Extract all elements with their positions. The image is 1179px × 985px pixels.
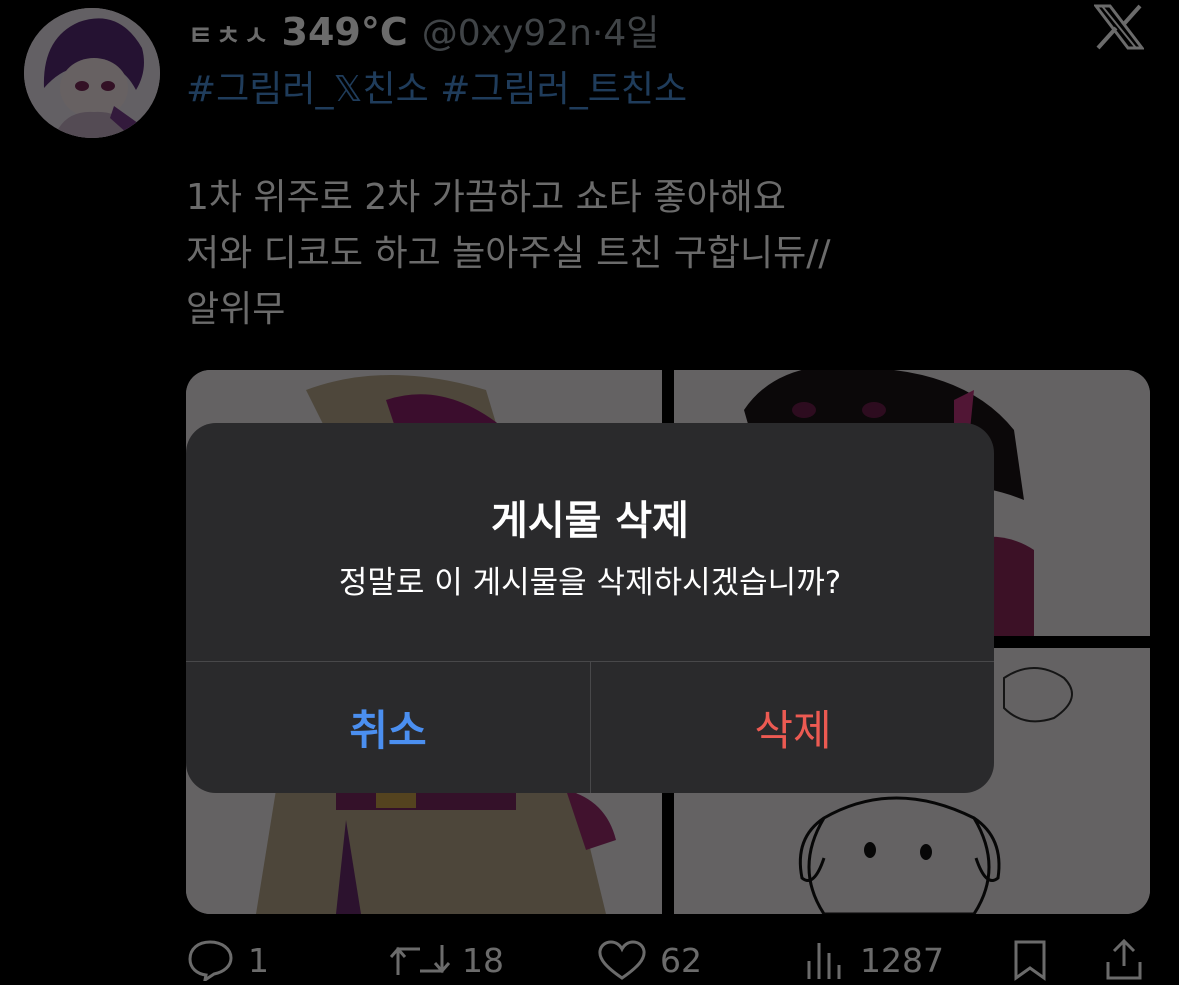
repost-button[interactable]: 18 bbox=[390, 936, 504, 984]
tweet-header: ㅌㅊㅅ 349°C @0xy92n · 4일 bbox=[188, 4, 659, 54]
handle[interactable]: @0xy92n bbox=[422, 13, 592, 54]
cancel-button[interactable]: 취소 bbox=[186, 662, 590, 793]
views-button[interactable]: 1287 bbox=[804, 936, 944, 984]
screen: ㅌㅊㅅ 349°C @0xy92n · 4일 #그림러_𝕏친소 #그림러_트친소… bbox=[0, 0, 1179, 985]
x-logo-icon bbox=[1092, 4, 1146, 50]
hashtags[interactable]: #그림러_𝕏친소 #그림러_트친소 bbox=[186, 60, 687, 112]
share-button[interactable] bbox=[1104, 936, 1144, 984]
dialog-message: 정말로 이 게시물을 삭제하시겠습니까? bbox=[338, 565, 842, 601]
repost-count: 18 bbox=[462, 940, 504, 980]
delete-post-dialog: 게시물 삭제 정말로 이 게시물을 삭제하시겠습니까? 취소 삭제 bbox=[186, 423, 994, 793]
delete-button[interactable]: 삭제 bbox=[591, 662, 994, 793]
tweet-body-line: 저와 디코도 하고 놀아주실 트친 구합니듀// bbox=[186, 233, 831, 274]
analytics-icon bbox=[804, 939, 848, 981]
tweet-body-line: 1차 위주로 2차 가끔하고 쇼타 좋아해요 bbox=[186, 177, 786, 218]
tweet-body-line: 알위무 bbox=[186, 289, 286, 330]
heart-icon bbox=[596, 939, 648, 981]
reply-button[interactable]: 1 bbox=[186, 936, 269, 984]
bookmark-icon bbox=[1010, 939, 1050, 981]
avatar[interactable] bbox=[24, 8, 160, 138]
display-name-temp[interactable]: 349°C bbox=[282, 10, 408, 54]
timestamp[interactable]: 4일 bbox=[603, 4, 659, 56]
like-count: 62 bbox=[660, 940, 702, 980]
share-icon bbox=[1104, 938, 1144, 982]
tweet-body: 1차 위주로 2차 가끔하고 쇼타 좋아해요 저와 디코도 하고 놀아주실 트친… bbox=[186, 170, 831, 338]
view-count: 1287 bbox=[860, 940, 944, 980]
display-name-prefix[interactable]: ㅌㅊㅅ bbox=[188, 14, 272, 53]
like-button[interactable]: 62 bbox=[596, 936, 702, 984]
bookmark-button[interactable] bbox=[1010, 936, 1050, 984]
time-separator: · bbox=[591, 13, 604, 54]
repost-icon bbox=[390, 939, 450, 981]
reply-count: 1 bbox=[248, 940, 269, 980]
dialog-title: 게시물 삭제 bbox=[491, 498, 689, 544]
tweet-actions: 1 18 62 1287 bbox=[186, 936, 1150, 984]
reply-icon bbox=[186, 939, 236, 981]
